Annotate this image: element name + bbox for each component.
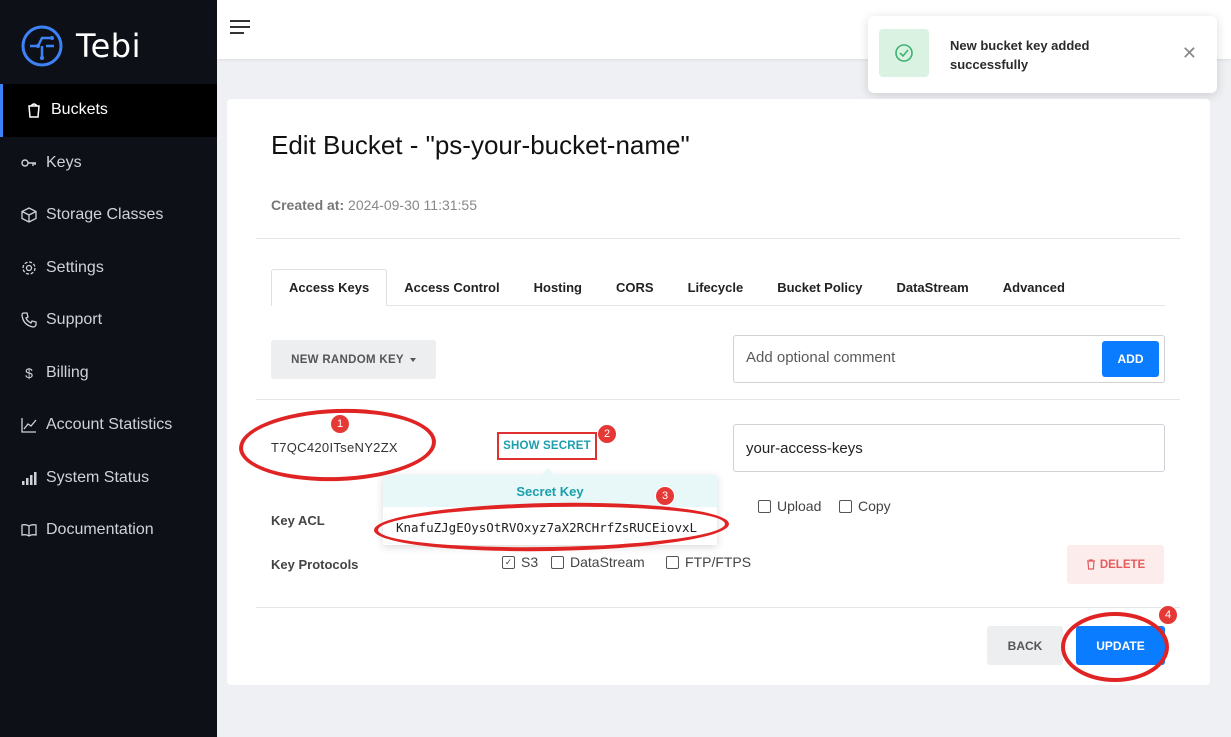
edit-bucket-card: Edit Bucket - "ps-your-bucket-name" Crea…	[227, 99, 1210, 685]
delete-label: DELETE	[1099, 558, 1146, 571]
key-acl-label: Key ACL	[271, 513, 325, 528]
comment-field: ADD	[733, 335, 1165, 383]
tab-bucket-policy[interactable]: Bucket Policy	[760, 269, 879, 305]
sidebar-item-label: Keys	[46, 153, 82, 171]
tab-cors[interactable]: CORS	[599, 269, 671, 305]
sidebar-item-settings[interactable]: Settings	[0, 242, 217, 295]
tab-datastream[interactable]: DataStream	[879, 269, 985, 305]
add-button[interactable]: ADD	[1102, 341, 1159, 377]
annotation-number: 2	[597, 424, 617, 444]
annotation-number: 1	[330, 414, 350, 434]
chart-line-icon	[20, 416, 38, 434]
acl-upload-checkbox[interactable]: Upload	[758, 498, 821, 514]
checkbox-box[interactable]	[666, 555, 679, 569]
sidebar-item-label: Settings	[46, 258, 104, 276]
logo[interactable]: Tebi	[20, 24, 141, 68]
sidebar-item-label: Account Statistics	[46, 416, 173, 434]
protocol-ftp-checkbox[interactable]: FTP/FTPS	[666, 554, 751, 570]
sidebar-item-label: Billing	[46, 363, 89, 381]
sidebar-nav: Buckets Keys Storage Classes Settings Su…	[0, 84, 217, 557]
cube-icon	[20, 206, 38, 224]
sidebar-item-documentation[interactable]: Documentation	[0, 504, 217, 557]
created-label: Created at:	[271, 197, 345, 213]
sidebar-item-label: Storage Classes	[46, 206, 164, 224]
phone-icon	[20, 311, 38, 329]
dollar-icon: $	[25, 364, 33, 381]
sidebar-item-label: Support	[46, 311, 103, 329]
sidebar-item-buckets[interactable]: Buckets	[0, 84, 217, 137]
sidebar-item-billing[interactable]: $ Billing	[0, 347, 217, 400]
checkbox-box[interactable]	[839, 499, 852, 513]
sidebar-item-label: Buckets	[51, 101, 108, 119]
show-secret-button[interactable]: SHOW SECRET	[497, 432, 597, 460]
caret-down-icon	[409, 357, 416, 362]
divider	[256, 607, 1180, 608]
sidebar-item-account-statistics[interactable]: Account Statistics	[0, 399, 217, 452]
book-icon	[20, 521, 38, 539]
close-icon[interactable]: ✕	[1182, 43, 1197, 64]
tab-access-control[interactable]: Access Control	[387, 269, 516, 305]
new-random-key-label: NEW RANDOM KEY	[291, 353, 404, 366]
acl-option-label: Copy	[858, 498, 891, 514]
bucket-icon	[25, 101, 43, 119]
divider	[256, 399, 1180, 400]
checkmark-icon[interactable]: ✓	[502, 555, 515, 569]
protocol-option-label: S3	[521, 554, 539, 570]
back-button[interactable]: BACK	[987, 626, 1063, 665]
sidebar-item-storage-classes[interactable]: Storage Classes	[0, 189, 217, 242]
logo-text: Tebi	[76, 27, 141, 65]
page-title: Edit Bucket - "ps-your-bucket-name"	[271, 130, 690, 160]
access-key-id: T7QC420ITseNY2ZX	[271, 440, 398, 455]
protocol-datastream-checkbox[interactable]: DataStream	[551, 554, 645, 570]
update-button[interactable]: UPDATE	[1076, 626, 1165, 665]
trash-icon	[1086, 559, 1095, 570]
key-name-field	[733, 424, 1165, 472]
tebi-logo-icon	[21, 25, 63, 67]
acl-copy-checkbox[interactable]: Copy	[839, 498, 891, 514]
delete-key-button[interactable]: DELETE	[1067, 545, 1164, 584]
sidebar-item-support[interactable]: Support	[0, 294, 217, 347]
protocol-s3-checkbox[interactable]: ✓ S3	[502, 554, 538, 570]
divider	[256, 238, 1180, 239]
sidebar: Tebi Buckets Keys Storage Classes Settin…	[0, 0, 217, 737]
key-protocols-label: Key Protocols	[271, 557, 359, 572]
sidebar-item-system-status[interactable]: System Status	[0, 452, 217, 505]
created-value: 2024-09-30 11:31:55	[348, 197, 477, 213]
annotation-number: 4	[1158, 605, 1178, 625]
toast-message: New bucket key added successfully	[950, 38, 1090, 72]
checkbox-box[interactable]	[551, 555, 564, 569]
success-toast: New bucket key added successfully ✕	[868, 16, 1217, 93]
new-random-key-button[interactable]: NEW RANDOM KEY	[271, 340, 436, 379]
check-circle-icon	[879, 29, 929, 77]
tab-lifecycle[interactable]: Lifecycle	[671, 269, 761, 305]
sidebar-item-label: System Status	[46, 468, 150, 486]
menu-toggle-icon[interactable]	[230, 20, 250, 36]
comment-input[interactable]	[744, 348, 1088, 367]
tab-access-keys[interactable]: Access Keys	[271, 269, 388, 306]
secret-key-value[interactable]: KnafuZJgEOysOtRVOxyz7aX2RCHrfZsRUCEiovxL	[396, 520, 697, 535]
tab-bar: Access Keys Access Control Hosting CORS …	[271, 269, 1165, 306]
signal-bars-icon	[20, 469, 38, 487]
tab-hosting[interactable]: Hosting	[517, 269, 599, 305]
protocol-option-label: FTP/FTPS	[685, 554, 752, 570]
tab-advanced[interactable]: Advanced	[986, 269, 1082, 305]
checkbox-box[interactable]	[758, 499, 771, 513]
annotation-number: 3	[655, 486, 675, 506]
created-at: Created at: 2024-09-30 11:31:55	[271, 197, 477, 213]
sidebar-item-label: Documentation	[46, 521, 154, 539]
key-icon	[20, 154, 38, 172]
protocol-option-label: DataStream	[570, 554, 645, 570]
sidebar-item-keys[interactable]: Keys	[0, 137, 217, 190]
gear-icon	[20, 259, 38, 277]
key-name-input[interactable]	[744, 439, 1148, 458]
acl-option-label: Upload	[777, 498, 822, 514]
